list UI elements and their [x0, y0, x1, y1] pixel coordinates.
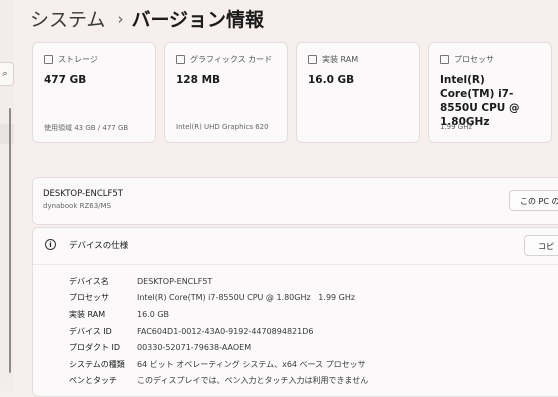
- spec-value: 64 ビット オペレーティング システム、x64 ベース プロセッサ: [137, 359, 366, 369]
- card-value: Intel(R) Core(TM) i7-8550U CPU @ 1.80GHz: [440, 74, 520, 128]
- spec-key: ペンとタッチ: [69, 376, 117, 386]
- spec-row: ペンとタッチ このディスプレイでは、ペン入力とタッチ入力は利用できません: [69, 373, 368, 390]
- spec-value: このディスプレイでは、ペン入力とタッチ入力は利用できません: [137, 376, 369, 386]
- spec-key: システムの種類: [69, 359, 125, 369]
- spec-row: プロダクト ID 00330-52071-79638-AAOEM: [69, 339, 368, 356]
- page-title: バージョン情報: [131, 9, 265, 31]
- spec-value: 00330-52071-79638-AAOEM: [137, 343, 252, 353]
- device-model: dynabook RZ63/MS: [43, 202, 112, 210]
- spec-value: Intel(R) Core(TM) i7-8550U CPU @ 1.80GHz…: [137, 293, 356, 303]
- processor-card[interactable]: プロセッサ Intel(R) Core(TM) i7-8550U CPU @ 1…: [428, 42, 552, 143]
- info-icon: i: [45, 239, 56, 250]
- spec-value: 16.0 GB: [137, 309, 170, 319]
- card-label: 実装 RAM: [322, 54, 359, 64]
- spec-key: プロダクト ID: [69, 343, 121, 353]
- breadcrumb: システム › バージョン情報: [30, 6, 264, 35]
- spec-row: 実装 RAM 16.0 GB: [69, 306, 368, 323]
- spec-value: FAC604D1-0012-43A0-9192-4470894821D6: [137, 326, 314, 336]
- sidebar-selected-item[interactable]: [0, 124, 14, 144]
- rename-pc-button[interactable]: この PC の名: [509, 190, 558, 211]
- device-name: DESKTOP-ENCLF5T: [43, 189, 124, 199]
- spec-key: プロセッサ: [69, 293, 109, 303]
- device-name-panel: DESKTOP-ENCLF5T dynabook RZ63/MS この PC の…: [32, 177, 558, 225]
- search-icon[interactable]: ⌕: [0, 62, 14, 86]
- device-spec-panel: i デバイスの仕様 コピ デバイス名 DESKTOP-ENCLF5T プロセッサ I…: [32, 227, 558, 397]
- card-value: 477 GB: [44, 74, 87, 86]
- card-value: 16.0 GB: [308, 74, 355, 86]
- spec-value: DESKTOP-ENCLF5T: [137, 276, 213, 286]
- card-label: グラフィックス カード: [190, 54, 273, 64]
- breadcrumb-separator: ›: [117, 10, 124, 28]
- spec-key: デバイス ID: [69, 326, 112, 336]
- storage-icon: [44, 54, 53, 64]
- card-value: 128 MB: [176, 74, 221, 86]
- ram-icon: [308, 54, 317, 64]
- spec-key: 実装 RAM: [69, 309, 106, 319]
- breadcrumb-parent[interactable]: システム: [30, 9, 105, 31]
- graphics-card[interactable]: グラフィックス カード 128 MB Intel(R) UHD Graphics…: [164, 42, 288, 143]
- spec-row: デバイス名 DESKTOP-ENCLF5T: [69, 273, 368, 290]
- ram-card[interactable]: 実装 RAM 16.0 GB: [296, 42, 420, 143]
- spec-row: デバイス ID FAC604D1-0012-43A0-9192-447089482…: [69, 323, 368, 340]
- device-spec-title: デバイスの仕様: [69, 241, 129, 251]
- sidebar: [0, 0, 14, 391]
- card-sub: Intel(R) UHD Graphics 620: [176, 123, 269, 131]
- spec-list: デバイス名 DESKTOP-ENCLF5T プロセッサ Intel(R) Core(…: [69, 273, 368, 389]
- card-sub: 使用領域 43 GB / 477 GB: [44, 124, 129, 132]
- spec-row: システムの種類 64 ビット オペレーティング システム、x64 ベース プロセッ…: [69, 356, 368, 373]
- sidebar-scrollbar[interactable]: [9, 108, 11, 373]
- card-sub: 1.99 GHz: [440, 123, 473, 131]
- card-label: プロセッサ: [454, 54, 494, 64]
- storage-card[interactable]: ストレージ 477 GB 使用領域 43 GB / 477 GB: [32, 42, 156, 143]
- spec-row: プロセッサ Intel(R) Core(TM) i7-8550U CPU @ 1.…: [69, 290, 368, 307]
- processor-icon: [440, 54, 449, 64]
- card-label: ストレージ: [58, 54, 98, 64]
- spec-key: デバイス名: [69, 276, 109, 286]
- graphics-card-icon: [176, 54, 185, 64]
- copy-button[interactable]: コピ: [524, 235, 558, 256]
- device-spec-header[interactable]: i デバイスの仕様 コピ: [33, 228, 558, 265]
